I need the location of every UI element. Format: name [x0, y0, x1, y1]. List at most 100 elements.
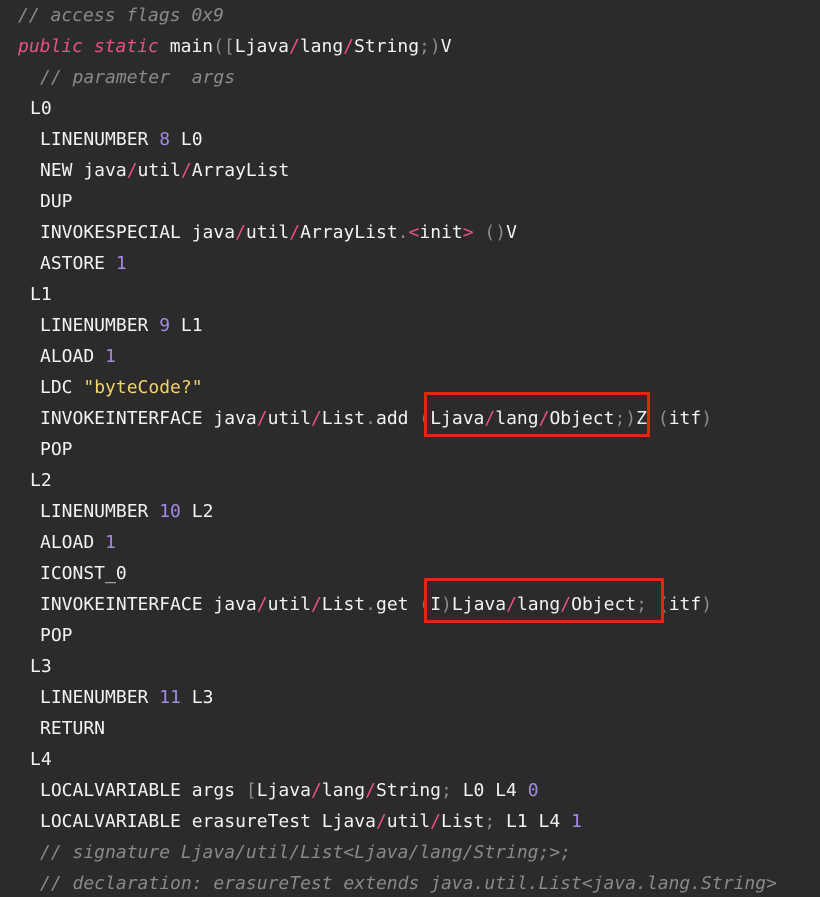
code-token-plain: List	[321, 594, 366, 615]
code-token-punct: .	[365, 408, 376, 429]
code-token-slash: /	[310, 780, 322, 801]
code-token-punct: )	[701, 408, 713, 429]
code-token-plain: L1	[170, 315, 203, 336]
code-token-plain: lang	[321, 780, 366, 801]
code-token-plain: Ljava	[234, 36, 289, 57]
code-token-plain: L4	[30, 749, 52, 770]
code-token-plain: LINENUMBER	[40, 501, 160, 522]
code-token-slash: /	[126, 160, 138, 181]
code-token-number: 11	[159, 687, 181, 708]
code-token-plain: INVOKEINTERFACE java	[40, 594, 257, 615]
code-line: ALOAD 1	[40, 527, 116, 558]
code-token-slash: /	[365, 780, 376, 801]
code-token-slash: /	[310, 408, 322, 429]
code-token-plain: LOCALVARIABLE args	[40, 780, 246, 801]
code-token-plain: INVOKEINTERFACE java	[40, 408, 257, 429]
code-line: LDC "byteCode?"	[40, 372, 203, 403]
code-token-slash: <	[408, 222, 420, 243]
code-token-plain: L3	[180, 687, 214, 708]
code-token-plain: LOCALVARIABLE erasureTest Ljava	[40, 811, 376, 832]
code-line: LOCALVARIABLE erasureTest Ljava/util/Lis…	[40, 806, 582, 837]
code-token-plain: RETURN	[40, 718, 106, 739]
code-token-slash: /	[180, 160, 192, 181]
code-token-plain: add	[376, 408, 420, 429]
code-line: POP	[40, 620, 73, 651]
code-token-number: 8	[159, 129, 171, 150]
code-token-punct: ;	[484, 811, 496, 832]
code-token-slash: /	[289, 222, 301, 243]
code-line: LINENUMBER 11 L3	[40, 682, 213, 713]
bytecode-viewer[interactable]: // access flags 0x9 public static main([L…	[0, 0, 820, 897]
code-token-slash: /	[256, 408, 268, 429]
code-token-number: 0	[527, 780, 539, 801]
code-line: LINENUMBER 10 L2	[40, 496, 213, 527]
code-token-plain: String	[354, 36, 420, 57]
code-token-keyword: static	[93, 36, 159, 57]
code-token-slash: /	[235, 222, 246, 243]
code-token-number: 10	[159, 501, 181, 522]
code-token-plain: L0	[30, 98, 52, 119]
code-token-plain: POP	[40, 439, 73, 460]
code-token-plain: LINENUMBER	[40, 687, 160, 708]
code-line: POP	[40, 434, 73, 465]
code-token-plain: util	[137, 160, 181, 181]
code-token-plain: ALOAD	[40, 532, 106, 553]
code-token-slash: >	[462, 222, 474, 243]
code-token-plain: L0	[170, 129, 203, 150]
code-token-plain: ArrayList	[191, 160, 290, 181]
code-token-plain: L1	[30, 284, 52, 305]
code-token-punct: ([	[213, 36, 235, 57]
code-line: ALOAD 1	[40, 341, 116, 372]
code-token-slash: /	[430, 811, 441, 832]
code-token-plain: V	[506, 222, 517, 243]
code-token-plain: itf	[668, 594, 702, 615]
code-token-plain: main	[158, 36, 214, 57]
code-token-comment: // declaration: erasureTest extends java…	[40, 873, 777, 894]
code-line: LOCALVARIABLE args [Ljava/lang/String; L…	[40, 775, 539, 806]
code-token-slash: /	[310, 594, 322, 615]
code-line: // declaration: erasureTest extends java…	[40, 868, 777, 897]
code-token-plain: L3	[30, 656, 52, 677]
code-token-plain: util	[267, 594, 311, 615]
code-token-punct: ;	[441, 780, 452, 801]
code-token-plain: ASTORE	[40, 253, 116, 274]
code-token-comment: // access flags 0x9	[18, 5, 224, 26]
code-token-number: 1	[105, 346, 116, 367]
code-token-comment: // signature Ljava/util/List<Ljava/lang/…	[40, 842, 572, 863]
code-line: INVOKESPECIAL java/util/ArrayList.<init>…	[40, 217, 517, 248]
code-token-punct: .	[365, 594, 376, 615]
code-token-plain: L1 L4	[495, 811, 572, 832]
code-token-string: "byteCode?"	[83, 377, 203, 398]
code-token-plain: util	[245, 222, 290, 243]
code-token-plain: String	[375, 780, 442, 801]
code-line: LINENUMBER 9 L1	[40, 310, 203, 341]
code-line: public static main([Ljava/lang/String;)V	[18, 31, 452, 62]
code-token-plain: L2	[30, 470, 52, 491]
code-token-slash: /	[343, 36, 355, 57]
code-line: LINENUMBER 8 L0	[40, 124, 203, 155]
code-line: L3	[30, 651, 52, 682]
code-token-plain: util	[267, 408, 311, 429]
code-line: L1	[30, 279, 52, 310]
code-token-slash: /	[375, 811, 387, 832]
code-line: ICONST_0	[40, 558, 127, 589]
code-token-number: 1	[105, 532, 116, 553]
code-line: RETURN	[40, 713, 105, 744]
code-token-plain: POP	[40, 625, 73, 646]
code-line: // signature Ljava/util/List<Ljava/lang/…	[40, 837, 571, 868]
code-token-punct: ()	[473, 222, 507, 243]
code-token-plain: LDC	[40, 377, 84, 398]
code-token-plain: itf	[668, 408, 702, 429]
code-token-plain: LINENUMBER	[40, 315, 160, 336]
code-token-keyword: public	[18, 36, 84, 57]
code-token-number: 1	[115, 253, 127, 274]
code-token-plain: L2	[180, 501, 214, 522]
code-token-plain: L0 L4	[451, 780, 528, 801]
code-token-punct: [	[245, 780, 257, 801]
code-token-plain: NEW java	[40, 160, 127, 181]
code-token-punct: .	[397, 222, 409, 243]
code-token-plain: LINENUMBER	[40, 129, 160, 150]
code-token-plain: DUP	[40, 191, 73, 212]
code-token-plain: INVOKESPECIAL java	[40, 222, 236, 243]
